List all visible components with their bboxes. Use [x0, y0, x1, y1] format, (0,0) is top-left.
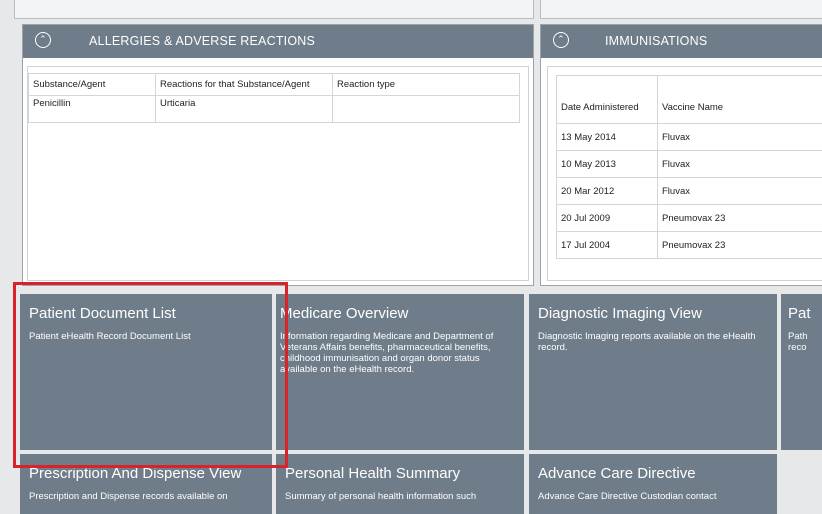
tile-title: Diagnostic Imaging View — [538, 305, 702, 322]
table-row[interactable]: 13 May 2014Fluvax — [557, 124, 822, 151]
tile-description: Prescription and Dispense records availa… — [29, 491, 269, 502]
highlight-box — [13, 282, 288, 468]
allergies-table-container: Substance/Agent Reactions for that Subst… — [27, 66, 529, 281]
immunisations-title: IMMUNISATIONS — [605, 34, 707, 48]
tile-title: Personal Health Summary — [285, 465, 460, 482]
table-header-row: Date Administered Vaccine Name — [557, 76, 822, 124]
tile-description: Path reco — [788, 331, 818, 353]
table-row[interactable]: 20 Jul 2009Pneumovax 23 — [557, 205, 822, 232]
table-row[interactable]: 17 Jul 2004Pneumovax 23 — [557, 232, 822, 259]
immunisations-header[interactable]: ⌃ IMMUNISATIONS — [541, 25, 822, 58]
panel-stub-right — [540, 0, 822, 19]
immunisations-panel: ⌃ IMMUNISATIONS Date Administered Vaccin… — [540, 24, 822, 286]
table-cell: 13 May 2014 — [557, 124, 658, 151]
table-cell — [333, 96, 520, 123]
table-row[interactable]: Penicillin Urticaria — [29, 96, 520, 123]
tile-personal-health-summary[interactable]: Personal Health Summary Summary of perso… — [276, 454, 524, 514]
allergies-title: ALLERGIES & ADVERSE REACTIONS — [89, 34, 315, 48]
immunisations-table-container: Date Administered Vaccine Name 13 May 20… — [547, 66, 822, 281]
allergies-panel: ⌃ ALLERGIES & ADVERSE REACTIONS Substanc… — [22, 24, 534, 286]
panel-stub-left — [14, 0, 534, 19]
collapse-toggle-icon[interactable]: ⌃ — [553, 32, 569, 48]
table-cell: Urticaria — [156, 96, 333, 123]
table-cell: Fluvax — [658, 178, 822, 205]
immunisations-table: Date Administered Vaccine Name 13 May 20… — [556, 75, 822, 259]
table-cell: Fluvax — [658, 124, 822, 151]
allergies-table: Substance/Agent Reactions for that Subst… — [28, 73, 520, 123]
table-row[interactable]: 20 Mar 2012Fluvax — [557, 178, 822, 205]
table-header-row: Substance/Agent Reactions for that Subst… — [29, 74, 520, 96]
table-cell: Penicillin — [29, 96, 156, 123]
collapse-toggle-icon[interactable]: ⌃ — [35, 32, 51, 48]
tile-title: Advance Care Directive — [538, 465, 696, 482]
table-cell: Fluvax — [658, 151, 822, 178]
table-cell: Pneumovax 23 — [658, 205, 822, 232]
table-row[interactable]: 10 May 2013Fluvax — [557, 151, 822, 178]
tile-pathology-view[interactable]: Pat Path reco — [781, 294, 822, 450]
column-header[interactable]: Reactions for that Substance/Agent — [156, 74, 333, 96]
table-cell: 17 Jul 2004 — [557, 232, 658, 259]
tile-description: Diagnostic Imaging reports available on … — [538, 331, 758, 353]
tile-title: Medicare Overview — [280, 305, 408, 322]
column-header[interactable]: Reaction type — [333, 74, 520, 96]
column-header[interactable]: Date Administered — [557, 76, 658, 124]
tile-diagnostic-imaging-view[interactable]: Diagnostic Imaging View Diagnostic Imagi… — [529, 294, 777, 450]
table-cell: 20 Mar 2012 — [557, 178, 658, 205]
table-cell: 20 Jul 2009 — [557, 205, 658, 232]
tile-advance-care-directive[interactable]: Advance Care Directive Advance Care Dire… — [529, 454, 777, 514]
allergies-header[interactable]: ⌃ ALLERGIES & ADVERSE REACTIONS — [23, 25, 533, 58]
table-cell: Pneumovax 23 — [658, 232, 822, 259]
table-cell: 10 May 2013 — [557, 151, 658, 178]
tile-description: Summary of personal health information s… — [285, 491, 521, 502]
tile-description: Advance Care Directive Custodian contact — [538, 491, 774, 502]
column-header[interactable]: Substance/Agent — [29, 74, 156, 96]
tile-medicare-overview[interactable]: Medicare Overview Information regarding … — [276, 294, 524, 450]
tile-title: Pat — [788, 305, 811, 322]
tile-description: Information regarding Medicare and Depar… — [280, 331, 516, 375]
column-header[interactable]: Vaccine Name — [658, 76, 822, 124]
